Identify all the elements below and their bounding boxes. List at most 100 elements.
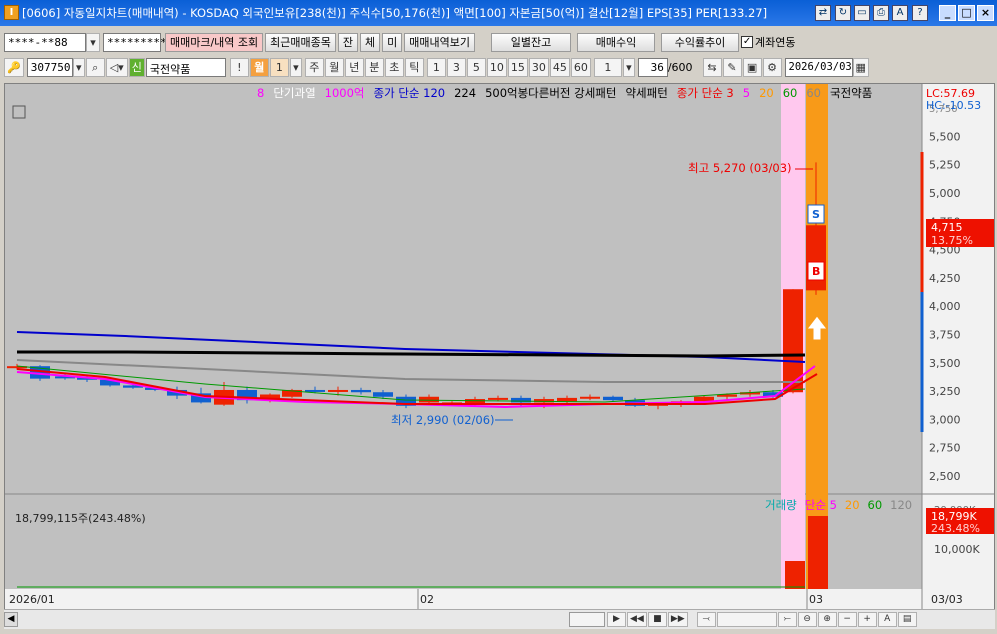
zoom-magnify-in-icon[interactable]: ⊕ <box>817 612 837 627</box>
volume-bar <box>785 561 805 589</box>
date-input[interactable]: 2026/03/03 <box>784 57 853 77</box>
current-price-label: 4,715 <box>931 221 963 234</box>
x-axis-label: 2026/01 <box>9 593 55 606</box>
interval-45-button[interactable]: 45 <box>549 57 570 77</box>
zoom-plus-icon[interactable]: + <box>857 612 877 627</box>
volume-mid-label: 10,000K <box>934 543 980 556</box>
period-count[interactable]: 1 <box>269 57 289 77</box>
app-icon: I <box>4 5 19 20</box>
interval-5-button[interactable]: 5 <box>466 57 486 77</box>
low-price-label: 최저 2,990 (02/06) <box>391 413 495 427</box>
period-year-button[interactable]: 년 <box>344 57 364 77</box>
minimize-button[interactable]: _ <box>939 5 956 21</box>
nav-forward-icon[interactable]: ▶▶ <box>667 612 688 627</box>
interval-60-button[interactable]: 60 <box>570 57 591 77</box>
speaker-icon[interactable]: ◁▾ <box>105 57 128 77</box>
view-trades-button[interactable]: 매매내역보기 <box>404 32 476 52</box>
nav-rewind-icon[interactable]: ◀◀ <box>627 612 647 627</box>
account-input[interactable]: ****-**88 <box>4 32 86 52</box>
candle-body <box>806 225 826 291</box>
executed-button[interactable]: 체 <box>360 32 381 52</box>
period-week-button[interactable]: 주 <box>304 57 324 77</box>
interval-3-button[interactable]: 3 <box>446 57 466 77</box>
zoom-in-icon[interactable]: ⤚ <box>777 612 797 627</box>
interval-30-button[interactable]: 30 <box>528 57 549 77</box>
x-axis-label: 03 <box>809 593 823 606</box>
link-icon[interactable]: ⇄ <box>815 5 831 21</box>
scroll-left-icon[interactable]: ◀ <box>4 612 18 627</box>
account-link-label: 계좌연동 <box>755 36 796 49</box>
close-button[interactable]: × <box>977 5 994 21</box>
chart-area[interactable]: 5,5005,2505,0004,7504,5004,2504,0003,750… <box>4 83 995 610</box>
maximize-button[interactable]: □ <box>958 5 975 21</box>
interval-dropdown-icon[interactable]: ▾ <box>622 57 635 77</box>
custom-interval-input[interactable]: 1 <box>593 57 622 77</box>
legend-item: 1000억 <box>325 86 365 100</box>
candle-body <box>488 397 508 400</box>
save-icon[interactable]: ▣ <box>742 57 762 77</box>
period-dropdown-icon[interactable]: ▾ <box>289 57 302 77</box>
candle-body <box>419 396 439 403</box>
screen-icon[interactable]: ▭ <box>854 5 870 21</box>
price-tick-label: 3,500 <box>929 357 961 370</box>
period-month2-button[interactable]: 월 <box>324 57 344 77</box>
account-link-checkbox[interactable]: ✓ <box>741 36 754 48</box>
zoom-out-icon[interactable]: ⤙ <box>696 612 716 627</box>
daily-balance-button[interactable]: 일별잔고 <box>491 32 572 52</box>
candle-body <box>351 389 371 393</box>
trade-mark-query-button[interactable]: 매매마크/내역 조회 <box>165 32 264 52</box>
code-dropdown-icon[interactable]: ▾ <box>72 57 85 77</box>
interval-1-button[interactable]: 1 <box>426 57 446 77</box>
font-icon[interactable]: A <box>892 5 908 21</box>
title-bar: I [0606] 자동일지차트(매매내역) - KOSDAQ 외국인보유[238… <box>0 0 997 26</box>
tool-icon[interactable]: ✎ <box>722 57 742 77</box>
period-second-button[interactable]: 초 <box>384 57 404 77</box>
period-tick-button[interactable]: 틱 <box>404 57 424 77</box>
key-icon[interactable]: 🔑 <box>4 57 24 77</box>
recent-trades-button[interactable]: 최근매매종목 <box>265 32 336 52</box>
period-month-button[interactable]: 월 <box>249 57 269 77</box>
interval-15-button[interactable]: 15 <box>507 57 528 77</box>
high-price-label: 최고 5,270 (03/03) <box>688 161 792 175</box>
font-size-icon[interactable]: A <box>877 612 897 627</box>
password-input[interactable]: ********* <box>103 32 167 52</box>
balance-button[interactable]: 잔 <box>337 32 359 52</box>
search-icon[interactable]: ⌕ <box>85 57 105 77</box>
period-minute-button[interactable]: 분 <box>364 57 384 77</box>
chart-toolbar: 🔑 307750 ▾ ⌕ ◁▾ 신 국전약품 ! 월 1 ▾ 주 월 년 분 초… <box>4 56 870 78</box>
price-tick-label: 2,500 <box>929 470 961 483</box>
bar-count-input[interactable]: 36 <box>637 57 668 77</box>
refresh-icon[interactable]: ↻ <box>835 5 851 21</box>
nav-next-icon[interactable]: ▶ <box>607 612 626 627</box>
print-icon[interactable]: ⎙ <box>873 5 889 21</box>
price-tick-label: 3,750 <box>929 329 961 342</box>
zoom-slider[interactable] <box>716 612 777 627</box>
nav-stop-icon[interactable]: ■ <box>647 612 667 627</box>
zoom-minus-icon[interactable]: − <box>837 612 857 627</box>
scroll-thumb[interactable] <box>569 612 605 627</box>
candle-body <box>580 396 600 399</box>
return-trend-button[interactable]: 수익률추이 <box>661 32 740 52</box>
legend-item: 224 <box>454 86 476 100</box>
price-tick-label: 5,000 <box>929 187 961 200</box>
hc-label: HC:-10.53 <box>926 99 981 112</box>
buy-marker-text: B <box>812 265 820 278</box>
price-tick-label: 3,250 <box>929 385 961 398</box>
price-volume-chart[interactable]: 5,5005,2505,0004,7504,5004,2504,0003,750… <box>5 84 994 609</box>
volume-pct-label: 243.48% <box>931 522 980 535</box>
unexecuted-button[interactable]: 미 <box>382 32 403 52</box>
chart-scrollbar[interactable]: ◀ ▶ ◀◀ ■ ▶▶ ⤙ ⤚ ⊖ ⊕ − + A ▤ <box>4 609 995 629</box>
swap-icon[interactable]: ⇆ <box>702 57 722 77</box>
calendar-icon[interactable]: ▦ <box>852 57 869 77</box>
help-icon[interactable]: ? <box>912 5 928 21</box>
legend-item: 국전약품 <box>830 86 872 100</box>
trade-profit-button[interactable]: 매매수익 <box>577 32 656 52</box>
zoom-magnify-out-icon[interactable]: ⊖ <box>797 612 817 627</box>
settings-icon[interactable]: ⚙ <box>762 57 782 77</box>
alert-button[interactable]: ! <box>229 57 249 77</box>
current-change-label: 13.75% <box>931 234 973 247</box>
fit-icon[interactable]: ▤ <box>897 612 917 627</box>
stock-code-input[interactable]: 307750 <box>26 57 73 77</box>
interval-10-button[interactable]: 10 <box>486 57 507 77</box>
account-dropdown-icon[interactable]: ▾ <box>86 32 100 52</box>
